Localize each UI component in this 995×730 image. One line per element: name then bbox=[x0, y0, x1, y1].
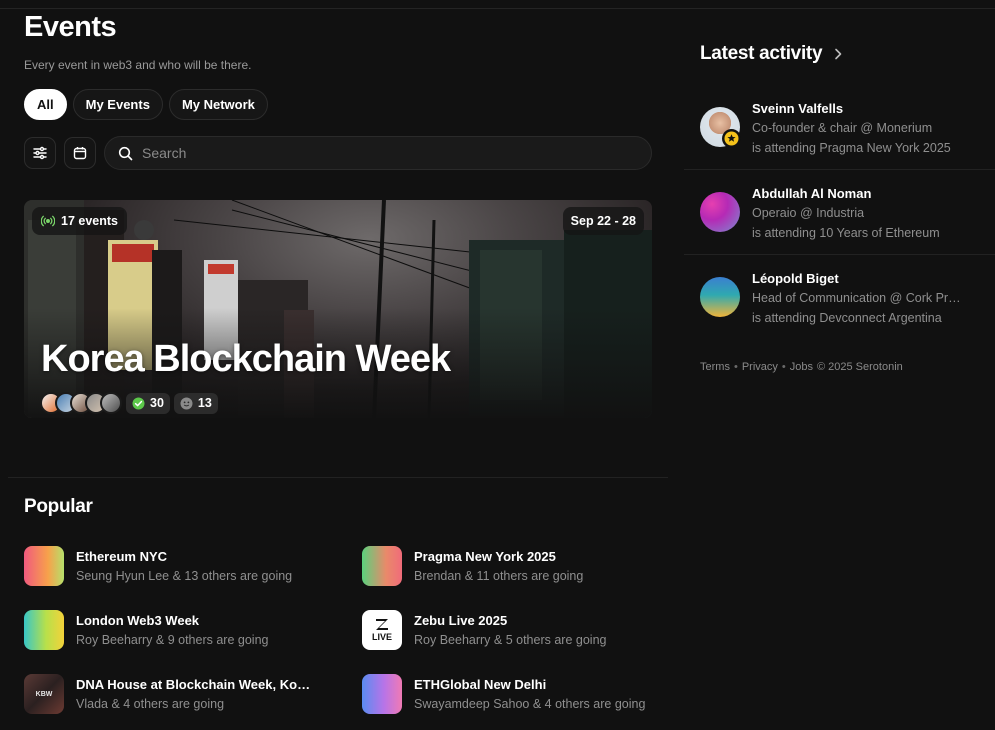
date-range-badge: Sep 22 - 28 bbox=[562, 207, 644, 235]
event-thumbnail bbox=[362, 546, 402, 586]
popular-event-item[interactable]: ETHGlobal New Delhi Swayamdeep Sahoo & 4… bbox=[362, 674, 662, 714]
popular-event-item[interactable]: LIVE Zebu Live 2025 Roy Beeharry & 5 oth… bbox=[362, 610, 662, 650]
search-bar[interactable] bbox=[104, 136, 652, 170]
activity-user-role: Operaio @ Industria bbox=[752, 206, 865, 220]
tab-my-events[interactable]: My Events bbox=[72, 89, 163, 120]
main-column: Events Every event in web3 and who will … bbox=[0, 0, 668, 730]
activity-item[interactable]: Sveinn Valfells Co-founder & chair @ Mon… bbox=[684, 94, 995, 179]
calendar-button[interactable] bbox=[64, 137, 96, 169]
activity-item[interactable]: Léopold Biget Head of Communication @ Co… bbox=[684, 264, 995, 349]
activity-item[interactable]: Abdullah Al Noman Operaio @ Industria is… bbox=[684, 179, 995, 264]
broadcast-icon bbox=[41, 215, 55, 227]
event-thumbnail bbox=[24, 546, 64, 586]
zebu-z-icon bbox=[376, 619, 388, 630]
divider bbox=[684, 254, 995, 255]
popular-event-item[interactable]: Ethereum NYC Seung Hyun Lee & 13 others … bbox=[24, 546, 324, 586]
tab-all[interactable]: All bbox=[24, 89, 67, 120]
event-tabs: All My Events My Network bbox=[24, 89, 268, 120]
latest-activity-title: Latest activity bbox=[700, 43, 823, 64]
event-name: ETHGlobal New Delhi bbox=[414, 677, 547, 692]
filter-button[interactable] bbox=[24, 137, 56, 169]
activity-attending: is attending Devconnect Argentina bbox=[752, 311, 942, 325]
popular-event-item[interactable]: London Web3 Week Roy Beeharry & 9 others… bbox=[24, 610, 324, 650]
featured-event-card[interactable]: 17 events Sep 22 - 28 Korea Blockchain W… bbox=[24, 200, 652, 418]
page-subtitle: Every event in web3 and who will be ther… bbox=[24, 58, 252, 72]
event-going: Seung Hyun Lee & 13 others are going bbox=[76, 569, 293, 583]
interested-badge: 13 bbox=[173, 392, 218, 414]
activity-attending: is attending 10 Years of Ethereum bbox=[752, 226, 940, 240]
page-title: Events bbox=[24, 11, 117, 43]
separator-dot: • bbox=[781, 361, 786, 373]
event-thumbnail bbox=[24, 610, 64, 650]
interested-count: 13 bbox=[197, 396, 212, 410]
activity-user-role: Co-founder & chair @ Monerium bbox=[752, 121, 933, 135]
chevron-right-icon bbox=[835, 48, 842, 60]
calendar-icon bbox=[73, 147, 87, 160]
event-going: Roy Beeharry & 5 others are going bbox=[414, 633, 607, 647]
activity-user-name: Léopold Biget bbox=[752, 271, 839, 286]
separator-dot: • bbox=[733, 361, 738, 373]
attendee-row: 30 13 bbox=[40, 392, 218, 414]
attending-badge: 30 bbox=[126, 392, 170, 414]
activity-user-name: Abdullah Al Noman bbox=[752, 186, 872, 201]
smiley-icon bbox=[180, 397, 193, 409]
events-count: 17 events bbox=[61, 214, 118, 228]
terms-link[interactable]: Terms bbox=[700, 361, 730, 373]
event-going: Brendan & 11 others are going bbox=[414, 569, 584, 583]
event-name: DNA House at Blockchain Week, Kor... bbox=[76, 677, 312, 692]
event-name: London Web3 Week bbox=[76, 613, 200, 628]
footer: Terms • Privacy • Jobs © 2025 Serotonin bbox=[700, 361, 903, 373]
avatar bbox=[700, 277, 740, 317]
events-count-badge: 17 events bbox=[32, 207, 127, 235]
event-name: Zebu Live 2025 bbox=[414, 613, 508, 628]
star-badge-icon bbox=[722, 129, 741, 148]
avatar bbox=[700, 192, 740, 232]
event-going: Swayamdeep Sahoo & 4 others are going bbox=[414, 697, 646, 711]
event-going: Roy Beeharry & 9 others are going bbox=[76, 633, 269, 647]
activity-sidebar: Latest activity Sveinn Valfells Co-found… bbox=[684, 0, 995, 730]
avatar bbox=[100, 392, 122, 414]
jobs-link[interactable]: Jobs bbox=[790, 361, 813, 373]
event-thumbnail: KBW bbox=[24, 674, 64, 714]
activity-user-role: Head of Communication @ Cork Proto... bbox=[752, 291, 967, 305]
tab-my-network[interactable]: My Network bbox=[168, 89, 268, 120]
activity-attending: is attending Pragma New York 2025 bbox=[752, 141, 951, 155]
sliders-icon bbox=[33, 146, 47, 160]
popular-title: Popular bbox=[24, 496, 93, 517]
zebu-logo-text: LIVE bbox=[371, 632, 392, 642]
zebu-logo: LIVE bbox=[362, 610, 402, 650]
section-divider bbox=[8, 477, 668, 478]
event-name: Pragma New York 2025 bbox=[414, 549, 556, 564]
search-input[interactable] bbox=[142, 145, 622, 161]
kbw-logo-text: KBW bbox=[35, 690, 53, 698]
search-icon bbox=[118, 146, 133, 160]
popular-event-item[interactable]: KBW DNA House at Blockchain Week, Kor...… bbox=[24, 674, 324, 714]
event-going: Vlada & 4 others are going bbox=[76, 697, 225, 711]
date-range: Sep 22 - 28 bbox=[570, 214, 636, 228]
divider bbox=[684, 169, 995, 170]
featured-event-title: Korea Blockchain Week bbox=[41, 338, 451, 380]
privacy-link[interactable]: Privacy bbox=[742, 361, 778, 373]
copyright: © 2025 Serotonin bbox=[816, 361, 903, 373]
check-badge-icon bbox=[132, 397, 145, 409]
event-thumbnail bbox=[362, 674, 402, 714]
latest-activity-header[interactable]: Latest activity bbox=[700, 43, 842, 65]
popular-event-item[interactable]: Pragma New York 2025 Brendan & 11 others… bbox=[362, 546, 662, 586]
event-name: Ethereum NYC bbox=[76, 549, 168, 564]
attending-count: 30 bbox=[150, 396, 164, 410]
activity-user-name: Sveinn Valfells bbox=[752, 101, 844, 116]
